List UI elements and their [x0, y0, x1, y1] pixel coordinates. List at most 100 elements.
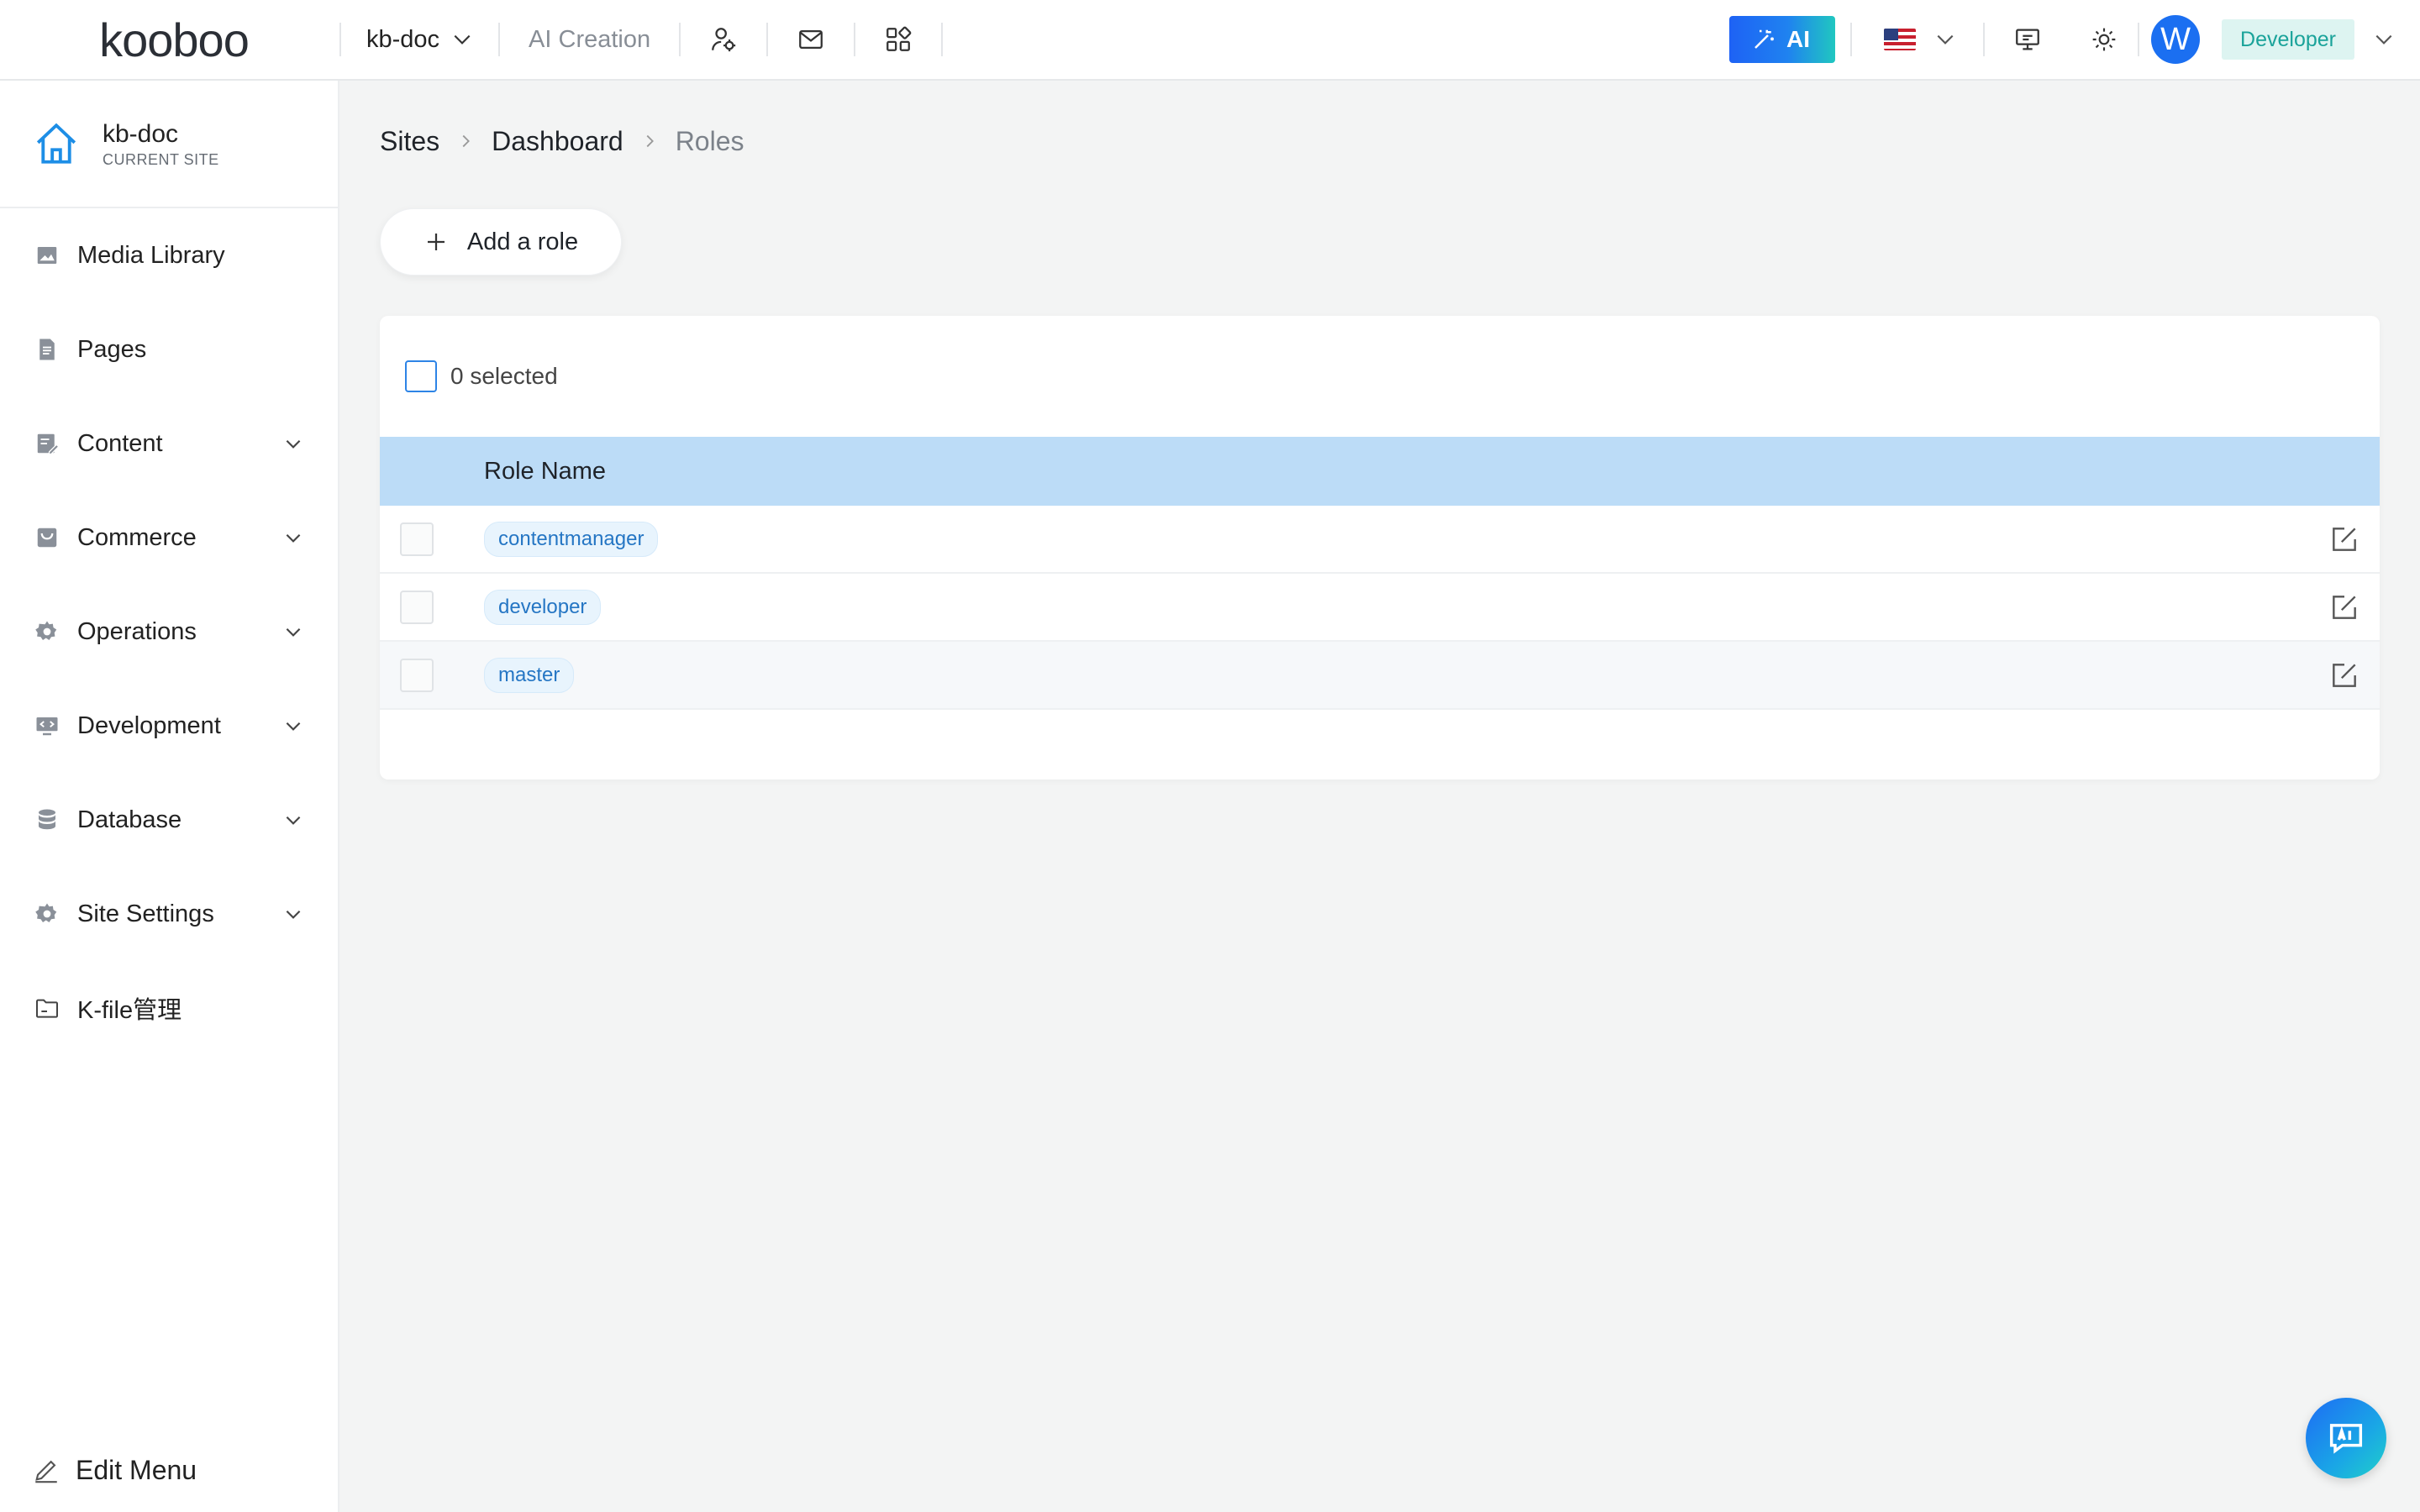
sidebar-item-media-library[interactable]: Media Library	[0, 208, 338, 302]
sidebar-item-label: Commerce	[77, 523, 197, 551]
chevron-down-icon	[286, 439, 301, 449]
row-checkbox[interactable]	[400, 658, 434, 692]
add-role-button[interactable]: Add a role	[380, 208, 622, 276]
ai-assistant-button[interactable]	[2306, 1398, 2386, 1478]
sidebar-item-pages[interactable]: Pages	[0, 302, 338, 396]
chevron-down-icon	[2375, 34, 2392, 45]
home-icon	[36, 123, 76, 164]
chevron-down-icon	[454, 34, 471, 45]
avatar: W	[2151, 15, 2201, 64]
sidebar-item-k-file[interactable]: K-file管理	[0, 961, 338, 1055]
page-icon	[34, 336, 60, 363]
breadcrumb-dashboard[interactable]: Dashboard	[492, 126, 623, 157]
row-checkbox[interactable]	[400, 590, 434, 624]
edit-icon	[2333, 527, 2356, 551]
ai-button-label: AI	[1786, 26, 1811, 52]
breadcrumb: Sites Dashboard Roles	[380, 124, 744, 158]
sidebar-item-content[interactable]: Content	[0, 396, 338, 491]
edit-row-button[interactable]	[2309, 659, 2380, 691]
folder-icon	[34, 995, 60, 1021]
code-icon	[34, 712, 60, 739]
us-flag-icon	[1884, 29, 1917, 50]
current-site-label: CURRENT SITE	[103, 150, 219, 168]
chevron-right-icon	[640, 132, 659, 150]
top-bar: kooboo kb-doc AI Creation AI W Developer	[0, 0, 2420, 81]
preview-button[interactable]	[1985, 0, 2070, 80]
breadcrumb-roles: Roles	[675, 125, 744, 156]
sun-icon	[2092, 28, 2116, 51]
sidebar-item-site-settings[interactable]: Site Settings	[0, 867, 338, 961]
row-check-cell	[380, 522, 484, 556]
logo-text: kooboo	[99, 13, 250, 66]
table-row[interactable]: developer	[380, 574, 2380, 642]
sidebar-item-label: Database	[77, 806, 182, 833]
selection-toolbar: 0 selected	[380, 316, 2380, 437]
site-switcher-label: kb-doc	[366, 25, 440, 53]
role-chip[interactable]: master	[484, 657, 575, 693]
role-name-cell: master	[484, 657, 2309, 693]
mail-button[interactable]	[768, 0, 854, 80]
content-icon	[34, 430, 60, 457]
table-row[interactable]: master	[380, 642, 2380, 710]
row-checkbox[interactable]	[400, 522, 434, 556]
gear-icon	[34, 618, 60, 645]
sidebar-item-development[interactable]: Development	[0, 679, 338, 773]
top-bar-right: AI W Developer	[1729, 0, 2420, 80]
select-all-checkbox[interactable]	[405, 360, 437, 392]
monitor-icon	[2016, 29, 2039, 50]
ai-chat-icon	[2329, 1424, 2363, 1454]
settings-icon	[34, 900, 60, 927]
row-check-cell	[380, 658, 484, 692]
user-settings-button[interactable]	[681, 0, 766, 80]
chevron-down-icon	[286, 627, 301, 637]
current-site[interactable]: kb-doc CURRENT SITE	[0, 81, 338, 208]
column-header-role-name: Role Name	[484, 457, 607, 485]
role-name-cell: contentmanager	[484, 521, 2309, 557]
edit-menu-label: Edit Menu	[76, 1454, 197, 1485]
kooboo-logo[interactable]: kooboo	[0, 0, 339, 80]
breadcrumb-sites[interactable]: Sites	[380, 126, 439, 157]
magic-wand-icon	[1754, 29, 1774, 49]
user-menu[interactable]: W Developer	[2139, 0, 2420, 80]
edit-icon	[2333, 663, 2356, 687]
database-icon	[34, 806, 60, 833]
pencil-icon	[35, 1460, 57, 1483]
current-site-name: kb-doc	[103, 119, 179, 148]
sidebar-item-label: Media Library	[77, 241, 225, 269]
roles-table-card: 0 selected Role Name contentmanager deve…	[380, 316, 2380, 780]
role-chip[interactable]: developer	[484, 589, 602, 625]
chevron-down-icon	[286, 722, 301, 731]
sidebar-nav: Media Library Pages Content Commerce Ope…	[0, 208, 338, 1055]
image-icon	[34, 242, 60, 269]
sidebar-item-label: Site Settings	[77, 900, 214, 927]
role-chip[interactable]: contentmanager	[484, 521, 659, 557]
sidebar-item-operations[interactable]: Operations	[0, 585, 338, 679]
theme-toggle-button[interactable]	[2070, 0, 2138, 80]
language-selector[interactable]	[1852, 0, 1983, 80]
chevron-down-icon	[286, 816, 301, 825]
current-site-text: kb-doc CURRENT SITE	[103, 119, 219, 169]
site-switcher[interactable]: kb-doc	[341, 26, 498, 54]
sidebar-item-label: Operations	[77, 617, 197, 645]
chevron-down-icon	[1937, 34, 1954, 45]
role-name-cell: developer	[484, 589, 2309, 625]
role-badge: Developer	[2222, 19, 2354, 60]
sidebar-item-commerce[interactable]: Commerce	[0, 491, 338, 585]
sidebar-item-database[interactable]: Database	[0, 773, 338, 867]
edit-menu-button[interactable]: Edit Menu	[0, 1428, 338, 1512]
row-check-cell	[380, 590, 484, 624]
table-row[interactable]: contentmanager	[380, 506, 2380, 574]
apps-grid-icon	[886, 26, 912, 51]
app-root: kooboo kb-doc AI Creation AI W Developer…	[0, 0, 2420, 1512]
sidebar-item-label: Content	[77, 429, 163, 457]
ai-creation-link[interactable]: AI Creation	[500, 26, 679, 54]
sidebar-item-label: Pages	[77, 335, 147, 363]
edit-row-button[interactable]	[2309, 591, 2380, 623]
ai-button[interactable]: AI	[1729, 16, 1836, 63]
edit-row-button[interactable]	[2309, 523, 2380, 555]
chevron-right-icon	[456, 132, 475, 150]
apps-button[interactable]	[855, 0, 941, 80]
sidebar: kb-doc CURRENT SITE Media Library Pages	[0, 81, 339, 1512]
chevron-down-icon	[286, 533, 301, 543]
chevron-down-icon	[286, 910, 301, 919]
